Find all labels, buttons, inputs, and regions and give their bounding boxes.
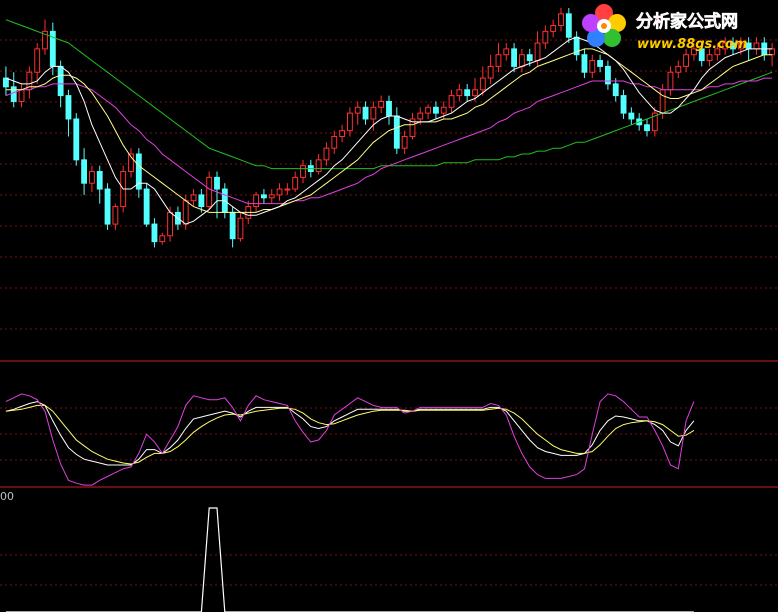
candle-body-up bbox=[300, 165, 306, 178]
candle-body-up bbox=[769, 48, 776, 56]
candle-body-up bbox=[253, 194, 260, 208]
candle-body-up bbox=[558, 13, 564, 27]
indicator-label: 00 bbox=[0, 490, 14, 503]
candle-body-up bbox=[487, 65, 494, 79]
candle-body-up bbox=[190, 194, 197, 202]
candle-body-down bbox=[151, 223, 158, 243]
candle-body-down bbox=[620, 95, 627, 114]
candle-body-up bbox=[112, 206, 119, 225]
flower-icon bbox=[582, 4, 626, 47]
candle-body-down bbox=[386, 100, 392, 117]
candle-body-down bbox=[526, 54, 533, 62]
watermark-url: www.88gs.com bbox=[637, 37, 747, 52]
candle-body-up bbox=[206, 176, 213, 208]
candle-body-up bbox=[401, 135, 408, 149]
candle-body-up bbox=[18, 89, 25, 102]
candle-body-up bbox=[675, 65, 682, 73]
candle-body-up bbox=[479, 77, 486, 91]
candle-body-down bbox=[644, 124, 650, 132]
candle-body-down bbox=[511, 48, 518, 67]
candle-body-down bbox=[2, 77, 9, 88]
candle-body-up bbox=[284, 188, 291, 191]
candle-body-up bbox=[292, 176, 299, 190]
candle-body-up bbox=[331, 135, 338, 149]
candle-body-down bbox=[81, 159, 88, 184]
candle-body-down bbox=[65, 95, 72, 120]
candle-body-up bbox=[542, 30, 549, 44]
candle-body-down bbox=[73, 118, 80, 161]
candle-body-up bbox=[167, 211, 174, 237]
candle-body-up bbox=[88, 171, 95, 184]
signal-panel bbox=[5, 507, 694, 612]
candle-body-up bbox=[472, 89, 478, 97]
candle-body-down bbox=[57, 65, 64, 97]
stock-chart: 00 分析家公式网 www.88gs.com bbox=[0, 4, 778, 612]
candle-body-up bbox=[315, 159, 322, 173]
watermark-name: 分析家公式网 bbox=[636, 11, 738, 32]
candle-body-down bbox=[432, 106, 439, 114]
candle-body-down bbox=[612, 83, 619, 97]
candle-body-up bbox=[706, 54, 713, 62]
candle-body-up bbox=[339, 130, 346, 137]
candle-body-down bbox=[628, 112, 635, 120]
candle-body-up bbox=[534, 42, 541, 62]
candle-body-down bbox=[565, 13, 572, 38]
candle-body-up bbox=[34, 48, 41, 73]
watermark-logo: 分析家公式网 www.88gs.com bbox=[582, 4, 747, 52]
candle-body-down bbox=[581, 54, 588, 73]
candle-body-up bbox=[753, 42, 760, 50]
candle-body-down bbox=[260, 194, 267, 199]
candle-body-down bbox=[143, 188, 150, 225]
candle-body-up bbox=[323, 147, 330, 161]
candle-body-up bbox=[346, 112, 353, 132]
candle-body-up bbox=[425, 106, 432, 114]
candle-body-down bbox=[597, 60, 604, 67]
candle-body-up bbox=[159, 235, 166, 243]
candle-body-up bbox=[354, 106, 361, 114]
candle-body-up bbox=[276, 188, 283, 196]
candle-body-down bbox=[10, 86, 17, 102]
candle-body-up bbox=[378, 100, 385, 108]
candle-body-up bbox=[550, 25, 557, 32]
candle-body-down bbox=[393, 115, 400, 149]
candle-body-up bbox=[503, 48, 510, 56]
candle-body-up bbox=[417, 112, 424, 120]
candle-body-down bbox=[214, 176, 220, 190]
candle-body-up bbox=[495, 54, 502, 67]
candle-body-up bbox=[370, 106, 377, 120]
kdj-line-d bbox=[5, 404, 695, 465]
candle-body-up bbox=[518, 54, 525, 67]
candle-body-down bbox=[229, 211, 236, 240]
candle-body-down bbox=[104, 188, 111, 225]
candle-body-up bbox=[683, 54, 690, 67]
candle-body-down bbox=[464, 89, 471, 97]
candle-body-up bbox=[456, 89, 463, 97]
kdj-line-k bbox=[5, 401, 695, 466]
candle-body-up bbox=[237, 217, 244, 240]
candle-body-down bbox=[96, 171, 103, 190]
candle-body-up bbox=[268, 194, 275, 199]
candle-body-up bbox=[589, 60, 596, 73]
candle-body-up bbox=[448, 95, 455, 108]
candle-body-up bbox=[667, 71, 674, 91]
chart-stage: 00 分析家公式网 www.88gs.com bbox=[0, 0, 778, 612]
signal-line bbox=[5, 507, 694, 612]
candle-body-down bbox=[362, 106, 369, 120]
candle-body-up bbox=[659, 89, 666, 114]
candle-body-down bbox=[198, 194, 205, 208]
candle-body-up bbox=[182, 200, 189, 225]
candle-body-up bbox=[440, 106, 447, 114]
